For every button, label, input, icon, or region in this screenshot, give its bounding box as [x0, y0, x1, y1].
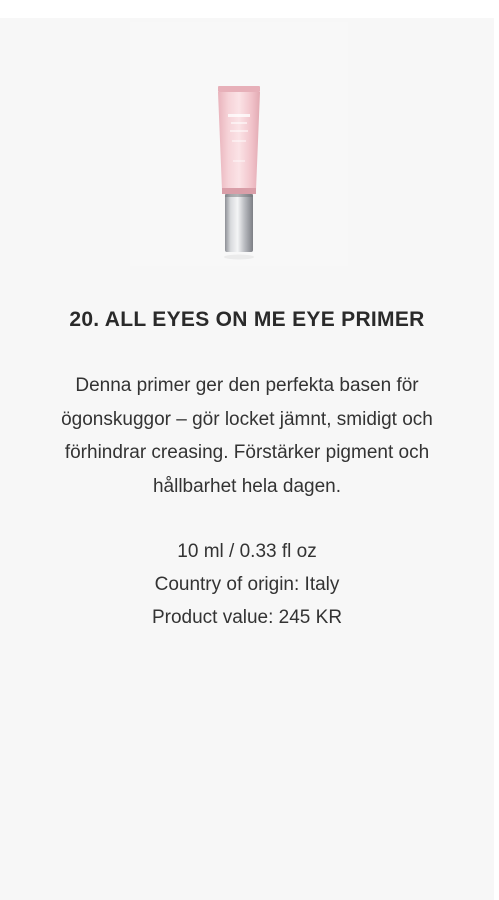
product-description: Denna primer ger den perfekta basen för …: [61, 375, 433, 497]
product-card: 20. ALL EYES ON ME EYE PRIMER Denna prim…: [0, 18, 494, 900]
product-specs: 10 ml / 0.33 fl oz Country of origin: It…: [0, 535, 494, 634]
product-value: Product value: 245 KR: [151, 607, 343, 628]
product-title: 20. ALL EYES ON ME EYE PRIMER: [69, 308, 425, 331]
product-origin: Country of origin: Italy: [154, 574, 340, 595]
product-size: 10 ml / 0.33 fl oz: [177, 541, 317, 562]
pink-primer-tube-icon: [218, 86, 260, 260]
product-image: [130, 22, 348, 266]
